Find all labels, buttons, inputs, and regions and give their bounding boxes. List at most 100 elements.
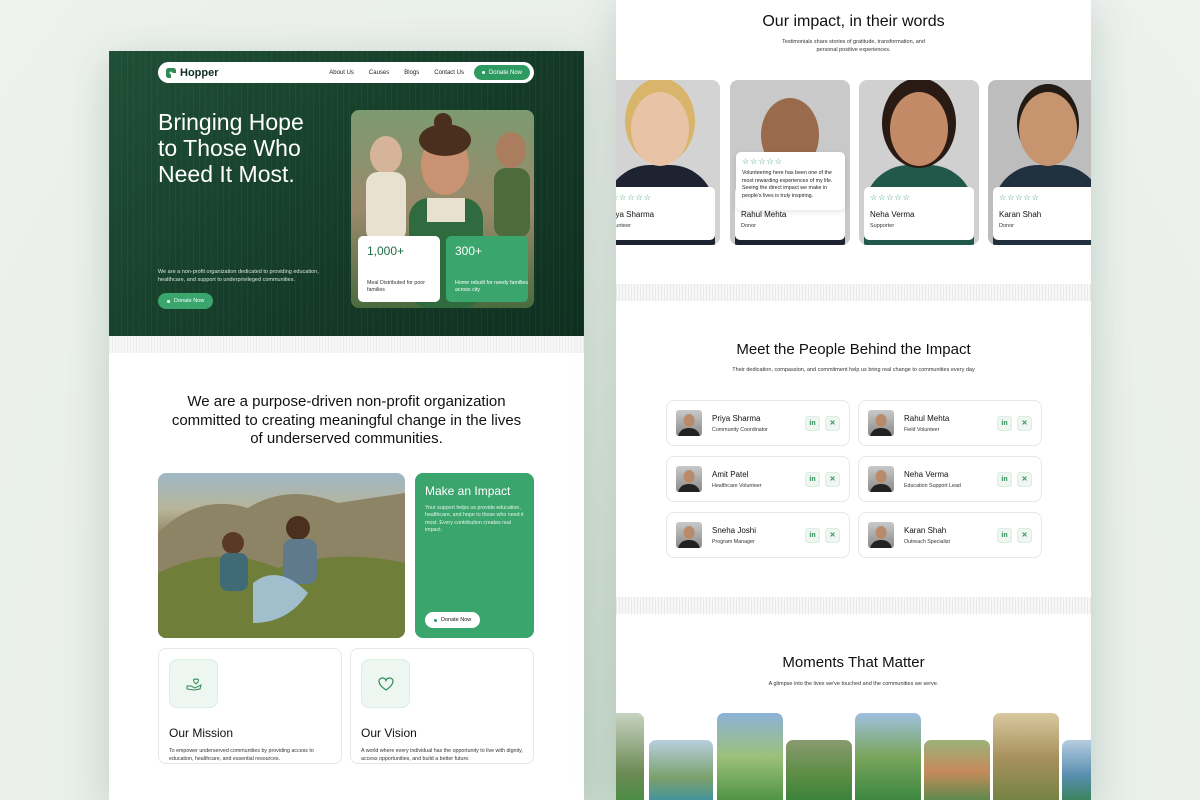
testimonial-quote: Volunteering here has been one of the mo…	[742, 170, 833, 199]
moments-subtitle: A glimpse into the lives we've touched a…	[768, 681, 939, 687]
gallery-photo	[1062, 740, 1091, 800]
mission-card: Our Mission To empower underserved commu…	[158, 648, 342, 764]
testimonial-card: ☆☆☆☆☆ Neha Verma Supporter	[859, 80, 979, 245]
dot-icon	[481, 71, 485, 74]
linkedin-icon[interactable]: in	[805, 527, 820, 543]
stat-label: Home rebuilt for needy families across c…	[455, 280, 529, 293]
member-role: Education Support Lead	[904, 482, 961, 489]
nav-links: About Us Causes Blogs Contact Us	[329, 70, 464, 76]
x-icon[interactable]: ✕	[1017, 471, 1032, 487]
brand-logo[interactable]: Hopper	[166, 67, 219, 79]
member-name: Amit Patel	[712, 469, 749, 479]
nav-link-causes[interactable]: Causes	[369, 70, 389, 76]
hero-donate-button[interactable]: Donate Now	[158, 293, 214, 309]
rating-stars-icon: ☆☆☆☆☆	[999, 193, 1040, 202]
testimonial-role: olunteer	[616, 223, 631, 229]
avatar	[868, 466, 894, 492]
avatar	[676, 466, 702, 492]
about-statement: We are a purpose-driven non-profit organ…	[171, 393, 522, 447]
team-member-card: Karan Shah Outreach Specialist in ✕	[858, 512, 1042, 558]
team-member-card: Neha Verma Education Support Lead in ✕	[858, 456, 1042, 502]
top-navbar: Hopper About Us Causes Blogs Contact Us …	[158, 62, 534, 83]
avatar	[1019, 92, 1077, 166]
stat-card-homes: 300+ Home rebuilt for needy families acr…	[446, 236, 528, 302]
linkedin-icon[interactable]: in	[997, 527, 1012, 543]
avatar	[868, 410, 894, 436]
avatar	[676, 410, 702, 436]
linkedin-icon[interactable]: in	[997, 415, 1012, 431]
linkedin-icon[interactable]: in	[997, 471, 1012, 487]
member-name: Rahul Mehta	[904, 413, 950, 423]
stat-value: 1,000+	[367, 244, 405, 258]
gallery-photo	[993, 713, 1059, 800]
testimonial-info: ☆☆☆☆☆ Neha Verma Supporter	[864, 187, 974, 240]
member-role: Community Coordinator	[712, 426, 768, 433]
gallery-photo	[649, 740, 713, 800]
avatar	[890, 92, 948, 166]
vision-card: Our Vision A world where every individua…	[350, 648, 534, 764]
gallery-photo	[924, 740, 990, 800]
divider-band	[109, 336, 584, 353]
children-cleanup-photo	[158, 473, 405, 638]
stat-card-meals: 1,000+ Meal Distributed for poor familie…	[358, 236, 440, 302]
leaf-logo-icon	[166, 67, 176, 78]
testimonial-quote-popover: ☆☆☆☆☆ Volunteering here has been one of …	[736, 152, 845, 210]
member-name: Sneha Joshi	[712, 525, 757, 535]
team-member-card: Amit Patel Healthcare Volunteer in ✕	[666, 456, 850, 502]
linkedin-icon[interactable]: in	[805, 415, 820, 431]
gallery-photo	[855, 713, 921, 800]
testimonial-name: riya Sharma	[616, 210, 655, 219]
x-icon[interactable]: ✕	[1017, 415, 1032, 431]
member-name: Priya Sharma	[712, 413, 761, 423]
testimonial-name: Karan Shah	[999, 210, 1042, 219]
x-icon[interactable]: ✕	[825, 415, 840, 431]
testimonial-role: Donor	[741, 223, 756, 229]
member-name: Karan Shah	[904, 525, 947, 535]
testimonial-info: ☆☆☆☆☆ riya Sharma olunteer	[616, 187, 715, 240]
nav-donate-button[interactable]: Donate Now	[473, 65, 530, 80]
member-role: Healthcare Volunteer	[712, 482, 762, 489]
vision-title: Our Vision	[361, 726, 417, 740]
testimonials-title: Our impact, in their words	[762, 13, 945, 30]
dot-icon	[167, 299, 170, 303]
impact-donate-button[interactable]: Donate Now	[425, 612, 481, 628]
gallery-photo	[616, 713, 644, 800]
testimonial-name: Rahul Mehta	[741, 210, 787, 219]
nav-link-about[interactable]: About Us	[329, 70, 354, 76]
impact-title: Make an Impact	[425, 484, 511, 498]
make-impact-card: Make an Impact Your support helps us pro…	[415, 473, 534, 638]
stat-label: Meal Distributed for poor families	[367, 280, 425, 293]
moments-title: Moments That Matter	[782, 654, 925, 671]
avatar	[676, 522, 702, 548]
x-icon[interactable]: ✕	[825, 471, 840, 487]
divider-band	[616, 284, 1091, 301]
team-subtitle: Their dedication, compassion, and commit…	[732, 367, 975, 373]
avatar	[631, 92, 689, 166]
nav-link-blogs[interactable]: Blogs	[404, 70, 419, 76]
impact-text: Your support helps us provide education,…	[425, 505, 524, 533]
testimonial-info: ☆☆☆☆☆ Karan Shah Donor	[993, 187, 1091, 240]
mission-title: Our Mission	[169, 726, 234, 740]
testimonial-card: ☆☆☆☆☆ riya Sharma olunteer	[616, 80, 720, 245]
rating-stars-icon: ☆☆☆☆☆	[616, 193, 652, 202]
vision-text: A world where every individual has the o…	[361, 748, 523, 762]
testimonial-card: ☆☆☆☆☆ Karan Shah Donor	[988, 80, 1091, 245]
member-role: Program Manager	[712, 538, 755, 545]
gallery-photo	[786, 740, 852, 800]
nav-link-contact[interactable]: Contact Us	[434, 70, 464, 76]
x-icon[interactable]: ✕	[825, 527, 840, 543]
homepage-preview: Hopper About Us Causes Blogs Contact Us …	[109, 51, 584, 800]
brand-name: Hopper	[180, 66, 219, 79]
team-member-card: Priya Sharma Community Coordinator in ✕	[666, 400, 850, 446]
hero-description: We are a non-profit organization dedicat…	[158, 269, 319, 283]
dot-icon	[434, 618, 437, 622]
member-role: Field Volunteer	[904, 426, 940, 433]
about-page-preview: Our impact, in their words Testimonials …	[616, 0, 1091, 800]
hero-headline: Bringing Hope to Those Who Need It Most.	[158, 109, 304, 187]
x-icon[interactable]: ✕	[1017, 527, 1032, 543]
testimonial-role: Supporter	[870, 223, 895, 229]
testimonial-role: Donor	[999, 223, 1014, 229]
linkedin-icon[interactable]: in	[805, 471, 820, 487]
stat-value: 300+	[455, 244, 483, 258]
heart-icon	[361, 659, 410, 708]
